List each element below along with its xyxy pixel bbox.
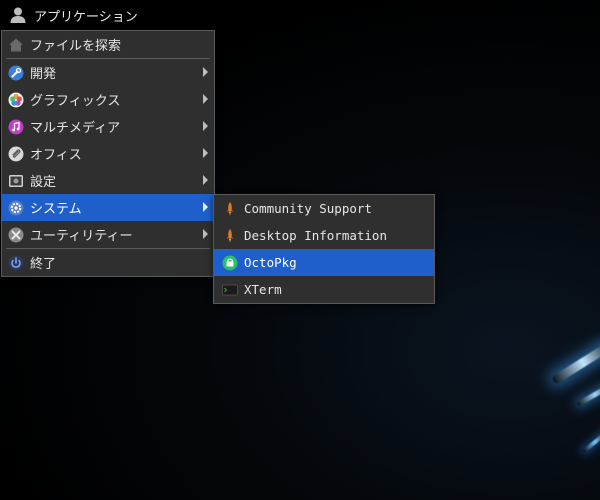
system-gear-icon	[8, 200, 24, 216]
menu-item-file-search[interactable]: ファイルを探索	[2, 31, 214, 58]
chevron-right-icon	[203, 175, 208, 185]
menu-item-label: OctoPkg	[244, 255, 297, 270]
menu-item-label: XTerm	[244, 282, 282, 297]
rocket-icon	[222, 201, 238, 217]
home-icon	[8, 37, 24, 53]
menu-item-multimedia[interactable]: マルチメディア	[2, 113, 214, 140]
menu-item-label: 開発	[30, 67, 57, 82]
desktop-background: アプリケーション ファイルを探索 開発 グラフィックス マルチメディア オフィス…	[0, 0, 600, 500]
menu-item-exit[interactable]: 終了	[2, 249, 214, 276]
power-icon	[8, 255, 24, 271]
music-note-icon	[8, 119, 24, 135]
user-icon	[8, 5, 28, 25]
terminal-icon	[222, 282, 238, 298]
menu-item-graphics[interactable]: グラフィックス	[2, 86, 214, 113]
light-streak	[550, 340, 600, 385]
menu-item-label: 設定	[30, 175, 57, 190]
chevron-right-icon	[203, 94, 208, 104]
menu-item-label: Desktop Information	[244, 228, 387, 243]
menu-item-label: マルチメディア	[30, 121, 121, 136]
rocket-icon	[222, 228, 238, 244]
paperclip-icon	[8, 146, 24, 162]
chevron-right-icon	[203, 148, 208, 158]
menu-item-label: 終了	[30, 257, 57, 272]
light-streak	[582, 430, 600, 454]
submenu-item-xterm[interactable]: XTerm	[214, 276, 434, 303]
wrench-icon	[8, 65, 24, 81]
applications-menu-label: アプリケーション	[34, 9, 138, 25]
submenu-item-octopkg[interactable]: OctoPkg	[214, 249, 434, 276]
menu-item-office[interactable]: オフィス	[2, 140, 214, 167]
menu-item-settings[interactable]: 設定	[2, 167, 214, 194]
applications-menu: ファイルを探索 開発 グラフィックス マルチメディア オフィス 設定 システム …	[1, 30, 215, 277]
menu-item-label: Community Support	[244, 201, 372, 216]
menu-item-system[interactable]: システム	[2, 194, 214, 221]
menu-item-label: ファイルを探索	[30, 39, 122, 54]
color-wheel-icon	[8, 92, 24, 108]
applications-menu-button[interactable]: アプリケーション	[0, 0, 150, 30]
light-streak	[576, 382, 600, 407]
menu-item-label: グラフィックス	[30, 94, 121, 109]
menu-item-label: システム	[30, 202, 82, 217]
menu-item-development[interactable]: 開発	[2, 59, 214, 86]
menu-item-label: オフィス	[30, 148, 82, 163]
system-submenu: Community Support Desktop Information Oc…	[213, 194, 435, 304]
submenu-item-community-support[interactable]: Community Support	[214, 195, 434, 222]
menu-item-label: ユーティリティー	[30, 229, 133, 244]
tools-icon	[8, 227, 24, 243]
chevron-right-icon	[203, 202, 208, 212]
submenu-item-desktop-information[interactable]: Desktop Information	[214, 222, 434, 249]
menu-item-utilities[interactable]: ユーティリティー	[2, 221, 214, 248]
chevron-right-icon	[203, 121, 208, 131]
chevron-right-icon	[203, 229, 208, 239]
chevron-right-icon	[203, 67, 208, 77]
settings-panel-icon	[8, 173, 24, 189]
octopkg-icon	[222, 255, 238, 271]
